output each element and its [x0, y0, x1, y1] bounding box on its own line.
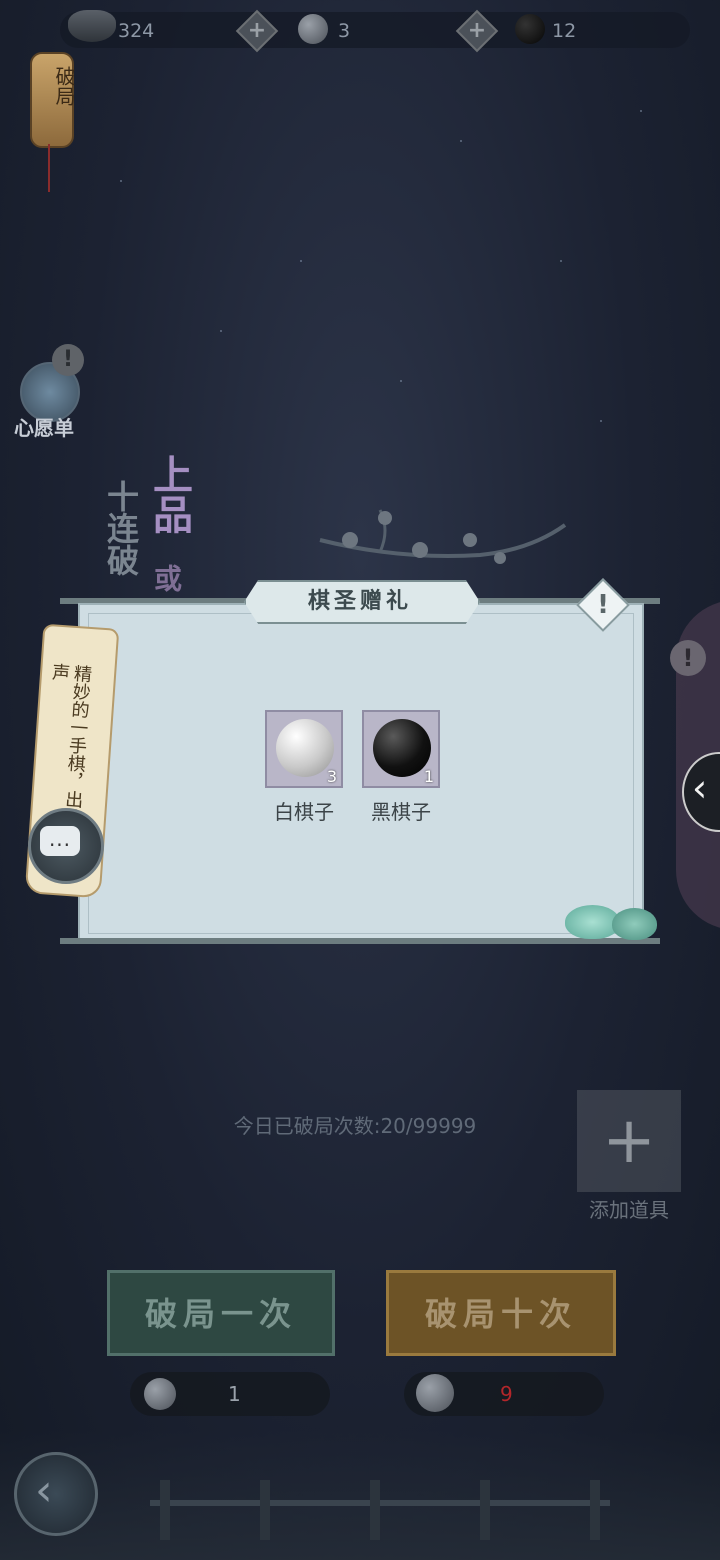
decor-or: 或 [150, 564, 183, 592]
gift-modal [78, 603, 644, 944]
break-ten-button[interactable]: 破局十次 [386, 1270, 616, 1356]
back-arrow-icon: ‹ [35, 1465, 53, 1516]
modal-bottom-rod [60, 938, 660, 944]
fence-decoration [150, 1480, 610, 1540]
white-stone-count: 3 [338, 20, 351, 42]
decor-ten-break: 十连破 [102, 480, 140, 576]
plus-icon: + [467, 18, 487, 43]
wishlist-label: 心愿单 [14, 416, 74, 440]
break-once-button[interactable]: 破局一次 [107, 1270, 335, 1356]
wishlist-alert-icon: ! [52, 344, 84, 376]
white-stones-pile-icon [416, 1374, 454, 1412]
white-stone-icon [298, 14, 328, 44]
currency-bar [60, 12, 690, 48]
black-stone-icon [373, 719, 431, 777]
chat-bubble-icon: ... [40, 826, 80, 856]
black-stone-icon [515, 14, 545, 44]
black-stone-count: 12 [552, 20, 577, 42]
plum-branch-decoration [319, 509, 567, 564]
exclamation-icon: ! [597, 590, 609, 620]
silver-ingot-icon [68, 10, 116, 42]
plus-icon: + [602, 1104, 656, 1178]
plus-icon: + [247, 18, 267, 43]
add-item-label: 添加道具 [589, 1198, 669, 1222]
lantern-badge[interactable]: 破局 [30, 52, 76, 148]
side-alert-icon[interactable]: ! [670, 640, 706, 676]
lantern-tassel [48, 144, 50, 192]
once-cost-value: 1 [228, 1382, 241, 1406]
white-stone-icon [144, 1378, 176, 1410]
item-count: 3 [326, 767, 337, 786]
back-button[interactable]: ‹ [14, 1452, 98, 1536]
modal-title: 棋圣赠礼 [307, 588, 412, 614]
black-stone-reward-slot[interactable]: 1 [362, 710, 440, 788]
item-count: 1 [423, 767, 434, 786]
white-stone-reward-slot[interactable]: 3 [265, 710, 343, 788]
tea-bowl-icon [612, 908, 657, 940]
item-name: 白棋子 [274, 800, 334, 824]
chevron-left-icon: ‹ [692, 766, 708, 810]
coin-count: 324 [118, 20, 155, 42]
white-stone-icon [276, 719, 334, 777]
ten-cost-value: 9 [500, 1382, 513, 1406]
item-name: 黑棋子 [371, 800, 431, 824]
lantern-label: 破局 [52, 66, 76, 106]
decor-top-grade: 上品 [146, 454, 193, 534]
modal-inner-frame [88, 613, 634, 934]
